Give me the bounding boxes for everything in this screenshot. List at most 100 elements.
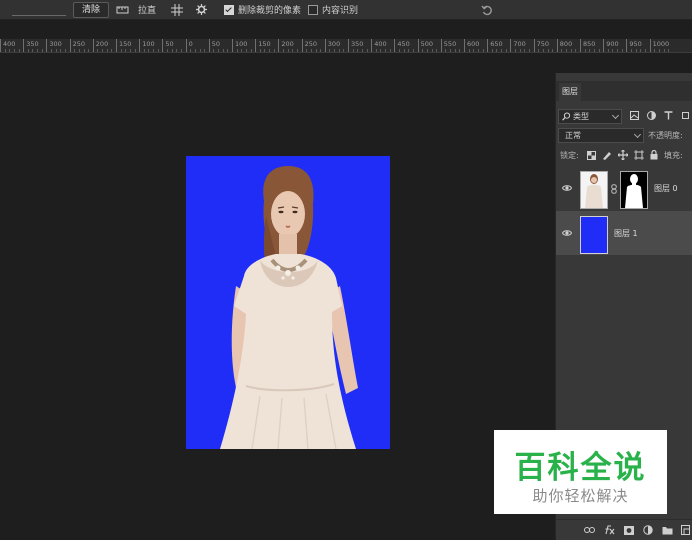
ruler-minor-tick xyxy=(227,49,229,52)
ruler-tick: 950 xyxy=(626,39,642,52)
layer-filter-select[interactable]: 类型 xyxy=(558,109,622,124)
ratio-input[interactable] xyxy=(12,3,66,16)
layer-mask-image xyxy=(625,174,643,208)
ruler-minor-tick xyxy=(357,49,359,52)
ruler-minor-tick xyxy=(134,49,136,52)
mask-link-icon[interactable] xyxy=(611,184,617,194)
ruler-tick-label: 250 xyxy=(72,40,86,48)
ruler-minor-tick xyxy=(566,49,568,52)
layer-1-thumbnail[interactable] xyxy=(580,216,608,254)
ruler-tick: 650 xyxy=(487,39,503,52)
ruler-minor-tick xyxy=(515,49,517,52)
ruler-minor-tick xyxy=(412,49,414,52)
ruler-minor-tick xyxy=(241,49,243,52)
ruler-minor-tick xyxy=(450,49,452,52)
eye-icon[interactable] xyxy=(562,228,572,238)
new-layer-icon[interactable] xyxy=(681,525,690,535)
ruler-minor-tick xyxy=(436,49,438,52)
layer-row-0[interactable]: 图层 0 xyxy=(556,166,692,210)
reset-crop[interactable] xyxy=(481,0,493,19)
ruler-minor-tick xyxy=(329,49,331,52)
ruler-tick: 200 xyxy=(92,39,108,52)
type-layer-filter-icon[interactable] xyxy=(664,111,673,120)
ruler-tick: 200 xyxy=(278,39,294,52)
ruler-minor-tick xyxy=(111,49,113,52)
blend-mode-value: 正常 xyxy=(565,131,581,140)
tab-layers[interactable]: 图层 xyxy=(559,83,581,101)
ruler-minor-tick xyxy=(194,49,196,52)
new-group-icon[interactable] xyxy=(662,526,673,535)
delete-cropped-pixels-option[interactable]: 删除裁剪的像素 xyxy=(224,0,301,19)
ruler-minor-tick xyxy=(528,49,530,52)
layer-0-thumbnail[interactable] xyxy=(580,171,608,209)
ruler-minor-tick xyxy=(389,49,391,52)
ruler-minor-tick xyxy=(296,49,298,52)
ruler-tick-label: 850 xyxy=(583,40,596,48)
horizontal-ruler[interactable]: 400 350 300 250 200 150 100 50 0 50 100 150 200 250 30… xyxy=(0,39,692,53)
layer-style-icon[interactable] xyxy=(604,525,615,535)
ruler-tick: 150 xyxy=(116,39,131,52)
ruler-minor-tick xyxy=(459,49,461,52)
link-layers-icon[interactable] xyxy=(584,527,595,533)
layer-row-1[interactable]: 图层 1 xyxy=(556,211,692,255)
lock-label: 锁定: xyxy=(560,151,579,160)
ruler-minor-tick xyxy=(561,49,563,52)
ruler-minor-tick xyxy=(338,49,340,52)
ruler-minor-tick xyxy=(538,49,540,52)
ruler-minor-tick xyxy=(352,49,354,52)
ruler-minor-tick xyxy=(250,49,252,52)
ruler-tick-label: 900 xyxy=(606,40,619,48)
document-canvas[interactable] xyxy=(186,156,390,449)
opacity-label: 不透明度: xyxy=(648,131,683,140)
layer-0-mask-thumbnail[interactable] xyxy=(620,171,648,209)
lock-artboard-icon[interactable] xyxy=(634,150,644,160)
delete-cropped-checkbox[interactable] xyxy=(224,4,234,15)
straighten-label: 拉直 xyxy=(138,6,157,16)
ruler-minor-tick xyxy=(292,49,294,52)
overlay-options[interactable] xyxy=(171,0,183,19)
layer-1-name[interactable]: 图层 1 xyxy=(614,228,638,239)
ruler-minor-tick xyxy=(547,49,549,52)
ruler-tick-label: 0 xyxy=(188,40,193,48)
content-aware-checkbox[interactable] xyxy=(308,4,318,15)
ruler-tick-label: 650 xyxy=(490,40,503,48)
ruler-minor-tick xyxy=(607,49,609,52)
lock-transparent-pixels-icon[interactable] xyxy=(587,151,596,160)
add-mask-icon[interactable] xyxy=(624,526,634,535)
eye-icon[interactable] xyxy=(562,183,572,193)
ruler-minor-tick xyxy=(167,49,169,52)
ruler-minor-tick xyxy=(37,49,39,52)
ruler-minor-tick xyxy=(380,49,382,52)
lock-all-icon[interactable] xyxy=(650,150,658,160)
ruler-minor-tick xyxy=(631,49,633,52)
ruler-minor-tick xyxy=(552,49,554,52)
layer-0-name[interactable]: 图层 0 xyxy=(654,183,678,194)
clear-button[interactable]: 清除 xyxy=(73,2,109,18)
pixel-layer-filter-icon[interactable] xyxy=(630,111,639,120)
ruler-minor-tick xyxy=(408,49,410,52)
ruler-minor-tick xyxy=(18,49,20,52)
ruler-minor-tick xyxy=(222,49,224,52)
layers-panel-footer xyxy=(556,519,692,540)
ruler-minor-tick xyxy=(125,49,127,52)
ruler-tick-label: 350 xyxy=(26,40,39,48)
ruler-tick: 0 xyxy=(185,39,193,52)
straighten-tool[interactable]: 拉直 xyxy=(116,0,156,19)
ruler-tick-label: 500 xyxy=(420,40,434,48)
ruler-minor-tick xyxy=(245,49,247,52)
lock-image-pixels-icon[interactable] xyxy=(602,150,612,160)
shape-layer-filter-icon[interactable] xyxy=(681,111,690,120)
crop-settings[interactable] xyxy=(196,0,207,19)
lock-position-icon[interactable] xyxy=(618,150,628,160)
content-aware-option[interactable]: 内容识别 xyxy=(308,0,358,19)
adjustment-layer-filter-icon[interactable] xyxy=(647,111,656,120)
undo-icon xyxy=(481,5,492,15)
blend-mode-select[interactable]: 正常 xyxy=(558,128,644,143)
ruler-tick-label: 950 xyxy=(629,40,642,48)
ruler-tick: 850 xyxy=(580,39,595,52)
new-adjustment-layer-icon[interactable] xyxy=(643,525,653,535)
ruler-minor-tick xyxy=(477,49,479,52)
ruler-minor-tick xyxy=(654,49,656,52)
ruler-minor-tick xyxy=(171,49,173,52)
ruler-minor-tick xyxy=(199,49,201,52)
